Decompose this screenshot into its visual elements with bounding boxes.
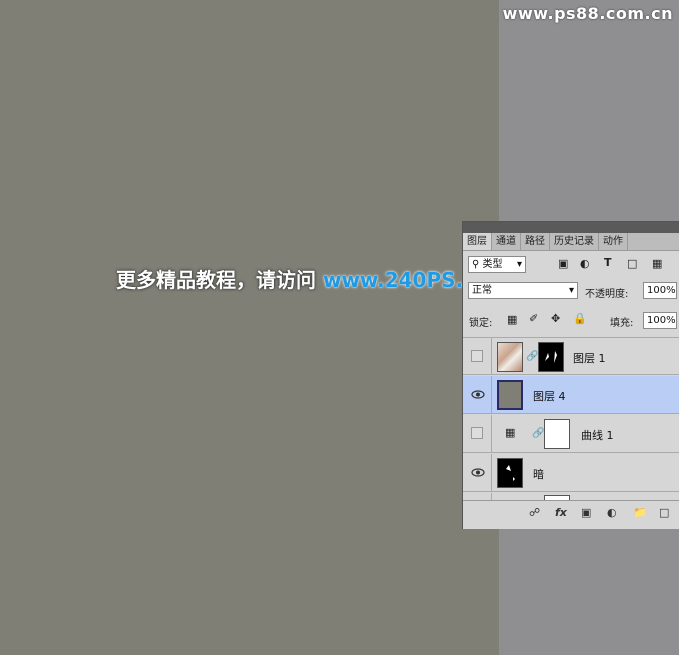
document-canvas[interactable] [0,0,499,655]
tab-layers[interactable]: 图层 [463,233,492,250]
visibility-toggle[interactable] [471,427,483,439]
divider [491,493,492,500]
fx-icon[interactable]: fx [555,506,567,519]
promo-banner: 更多精品教程，请访问 www.240PS.com [116,264,510,293]
eye-icon[interactable] [471,466,485,479]
curves-adjustment-icon: ▦ [505,426,516,439]
panel-bottom-toolbar: ☍ fx ▣ ◐ 📁 □ [463,500,679,529]
layer-name: 曲线 1 [581,429,614,442]
layer-thumbnail [497,458,523,488]
watermark-text: www.ps88.com.cn [502,4,673,23]
layer-mask-thumbnail[interactable] [544,419,570,449]
type-filter-icon[interactable]: T [604,256,612,269]
layer-name: 暗 [533,468,544,481]
layers-panel: 图层 通道 路径 历史记录 动作 ⚲ 类型 ▾ ▣ ◐ T □ ▦ 正常 ▾ 不… [462,221,679,529]
filter-row: ⚲ 类型 ▾ ▣ ◐ T □ ▦ [463,253,679,275]
visibility-toggle[interactable] [471,350,483,362]
lock-row: 锁定: ▦ ✐ ✥ 🔒 填充: 100% [463,309,679,331]
adjustment-filter-icon[interactable]: ◐ [580,257,590,270]
filter-kind-value: 类型 [482,259,503,270]
mask-shape-icon [506,465,515,481]
layer-row-selected[interactable]: 图层 4 [463,376,679,414]
mask-shape-icon [545,351,557,363]
lock-all-icon[interactable]: 🔒 [573,312,587,325]
layer-name: 图层 4 [533,390,566,403]
divider [491,415,492,452]
layer-thumbnail [497,380,523,410]
panel-titlebar[interactable] [463,222,679,233]
link-icon[interactable]: 🔗 [532,428,544,439]
tab-history[interactable]: 历史记录 [550,233,599,250]
opacity-input[interactable]: 100% [643,282,677,299]
add-mask-icon[interactable]: ▣ [581,506,591,519]
new-layer-icon[interactable]: □ [659,506,669,519]
dropdown-icon: ▾ [568,285,574,296]
link-icon[interactable]: 🔗 [526,351,538,362]
blend-row: 正常 ▾ 不透明度: 100% [463,279,679,301]
filter-kind-select[interactable]: ⚲ 类型 ▾ [468,256,526,273]
tab-channels[interactable]: 通道 [492,233,521,250]
lock-label: 锁定: [469,318,493,329]
group-folder-icon[interactable]: 📁 [633,506,647,519]
lock-position-icon[interactable]: ✥ [551,312,560,325]
dropdown-icon: ▾ [516,259,522,270]
link-layers-icon[interactable]: ☍ [529,506,540,519]
layer-thumbnail [497,342,523,372]
layer-name: 图层 1 [573,352,606,365]
fill-input[interactable]: 100% [643,312,677,329]
layer-mask-thumbnail[interactable] [538,342,564,372]
divider [491,338,492,374]
layer-row[interactable]: 暗 [463,454,679,492]
lock-transparency-icon[interactable]: ▦ [507,313,517,326]
eye-icon[interactable] [471,388,485,401]
layer-row[interactable]: ▦ 🔗 曲线 1 [463,415,679,453]
shape-filter-icon[interactable]: □ [627,257,637,270]
lock-pixels-icon[interactable]: ✐ [529,312,538,325]
tab-paths[interactable]: 路径 [521,233,550,250]
layer-row[interactable]: 🔗 图层 1 [463,337,679,375]
adjustment-layer-icon[interactable]: ◐ [607,506,617,519]
opacity-label: 不透明度: [585,289,629,300]
smart-object-filter-icon[interactable]: ▦ [652,257,662,270]
panel-tabs: 图层 通道 路径 历史记录 动作 [463,233,679,251]
search-icon: ⚲ [472,259,480,270]
blend-mode-value: 正常 [472,285,492,296]
fill-label: 填充: [610,318,634,329]
divider [491,454,492,491]
divider [491,376,492,413]
image-filter-icon[interactable]: ▣ [558,257,568,270]
promo-text: 更多精品教程，请访问 [116,268,316,292]
tab-actions[interactable]: 动作 [599,233,628,250]
blend-mode-select[interactable]: 正常 ▾ [468,282,578,299]
